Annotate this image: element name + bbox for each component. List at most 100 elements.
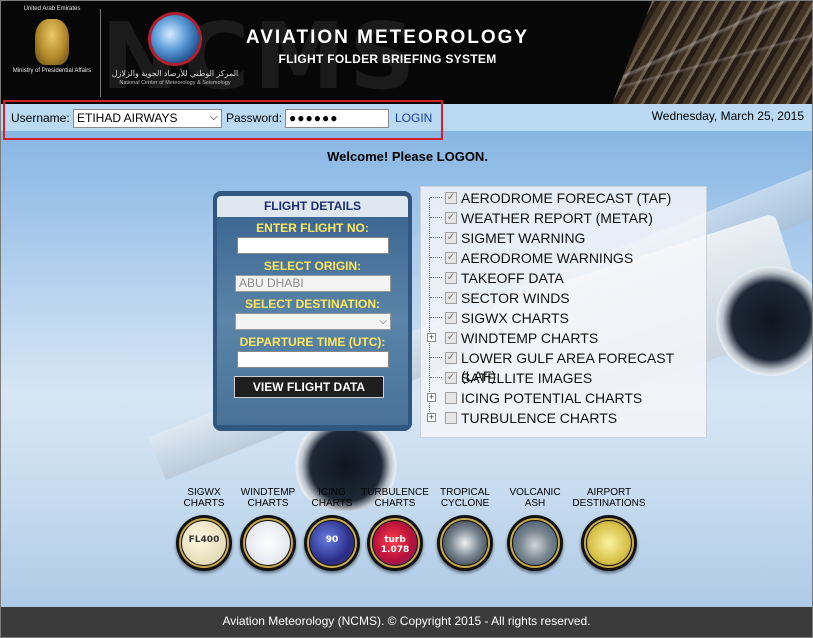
flight-details-panel: FLIGHT DETAILS ENTER FLIGHT NO: SELECT O… [213,191,412,431]
header-banner: NCMS United Arab Emirates Ministry of Pr… [1,1,812,110]
ncms-arabic-name: المركز الوطني للأرصاد الجوية والزلازل [111,69,239,78]
option-checkbox[interactable]: ✓ [445,252,457,264]
option-checkbox[interactable]: ✓ [445,192,457,204]
origin-label: SELECT ORIGIN: [263,259,362,273]
windtemp-icon[interactable] [240,515,296,571]
option-label: AERODROME WARNINGS [461,250,634,266]
tree-connector [430,297,442,298]
chart-icon-badge: turb 1.078 [380,535,410,555]
falcon-emblem-icon [35,19,69,65]
username-value: ETIHAD AIRWAYS [77,111,178,125]
view-flight-data-button[interactable]: VIEW FLIGHT DATA [234,376,384,398]
option-checkbox[interactable] [445,412,457,424]
ncms-logo: المركز الوطني للأرصاد الجوية والزلازل Na… [105,7,245,101]
chart-icon-image: FL400 [182,521,226,565]
chart-icon-image [246,521,290,565]
briefing-option[interactable]: ✓ SECTOR WINDS [422,289,707,307]
briefing-option[interactable]: ✓ AERODROME FORECAST (TAF) [422,189,707,207]
footer-copyright: Aviation Meteorology (NCMS). © Copyright… [1,607,812,637]
cyclone-icon[interactable] [437,515,493,571]
airport-photo [612,1,812,104]
ncms-english-name: National Center of Meteorology & Seismol… [119,80,231,86]
expand-plus-icon[interactable]: + [427,393,436,402]
briefing-option[interactable]: ✓ AERODROME WARNINGS [422,249,707,267]
chart-label-line1: VOLCANIC [509,487,561,498]
option-checkbox[interactable]: ✓ [445,232,457,244]
expand-plus-icon[interactable]: + [427,413,436,422]
sigwx-icon[interactable]: FL400 [176,515,232,571]
destination-label: SELECT DESTINATION: [244,297,381,311]
briefing-option[interactable]: ✓ WEATHER REPORT (METAR) [422,209,707,227]
tree-connector [430,317,442,318]
chart-shortcut-label[interactable]: VOLCANIC ASH [495,487,575,509]
flight-details-heading: FLIGHT DETAILS [217,196,408,217]
page-subtitle: FLIGHT FOLDER BRIEFING SYSTEM [278,52,497,66]
tree-connector [430,257,442,258]
icing-icon[interactable]: 90 [304,515,360,571]
flight-no-input[interactable] [237,237,389,254]
briefing-option[interactable]: ✓ SIGMET WARNING [422,229,707,247]
emblem-caption-bottom: Ministry of Presidential Affairs [12,68,92,74]
emblem-caption-top: United Arab Emirates [23,6,81,12]
tree-connector [430,217,442,218]
origin-select[interactable]: ABU DHABI [235,275,391,292]
chart-icon-image [587,521,631,565]
username-label: Username: [11,111,70,125]
briefing-option[interactable]: + ICING POTENTIAL CHARTS [422,389,707,407]
uae-emblem-logo: United Arab Emirates Ministry of Preside… [6,5,98,101]
header-divider [100,9,101,97]
briefing-option[interactable]: + TURBULENCE CHARTS [422,409,707,427]
option-label: SECTOR WINDS [461,290,570,306]
username-select[interactable]: ETIHAD AIRWAYS ⌵ [73,109,222,128]
option-checkbox[interactable]: ✓ [445,372,457,384]
chart-icon-image [513,521,557,565]
turbulence-icon[interactable]: turb 1.078 [367,515,423,571]
departure-time-label: DEPARTURE TIME (UTC): [239,335,386,349]
tree-connector [430,377,442,378]
option-checkbox[interactable] [445,392,457,404]
chart-label-line1: TURBULENCE [361,487,429,498]
briefing-option[interactable]: ✓ LOWER GULF AREA FORECAST (LAF) [422,349,707,384]
page-title: AVIATION METEOROLOGY [245,27,530,48]
current-date: Wednesday, March 25, 2015 [651,109,804,123]
option-checkbox[interactable]: ✓ [445,212,457,224]
option-label: WEATHER REPORT (METAR) [461,210,653,226]
briefing-option[interactable]: ✓ TAKEOFF DATA [422,269,707,287]
volcano-icon[interactable] [507,515,563,571]
chart-shortcut-label[interactable]: TROPICAL CYCLONE [425,487,505,509]
tree-connector [430,357,442,358]
departure-time-input[interactable] [237,351,389,368]
globe-icon [151,15,199,63]
chart-label-line1: AIRPORT [586,487,632,498]
chart-icon-badge: FL400 [188,535,220,545]
expand-plus-icon[interactable]: + [427,333,436,342]
option-label: SIGWX CHARTS [461,310,569,326]
chevron-down-icon: ⌵ [379,316,387,327]
destination-select[interactable]: ⌵ [235,313,391,330]
airport-icon[interactable] [581,515,637,571]
chart-label-line2: CYCLONE [440,498,490,509]
chart-shortcut-label[interactable]: AIRPORT DESTINATIONS [569,487,649,509]
option-checkbox[interactable]: ✓ [445,292,457,304]
chart-label-line2: CHARTS [374,498,416,509]
password-input[interactable]: ●●●●●● [285,109,389,128]
chart-icon-image: turb 1.078 [373,521,417,565]
option-label: TURBULENCE CHARTS [461,410,618,426]
origin-value: ABU DHABI [239,276,304,290]
option-checkbox[interactable]: ✓ [445,272,457,284]
option-label: WINDTEMP CHARTS [461,330,599,346]
tree-connector [430,277,442,278]
option-checkbox[interactable]: ✓ [445,312,457,324]
chart-shortcut-label[interactable]: TURBULENCE CHARTS [355,487,435,509]
tree-connector [430,237,442,238]
option-label: SIGMET WARNING [461,230,586,246]
login-link[interactable]: LOGIN [395,111,432,125]
chart-label-line1: TROPICAL [439,487,490,498]
briefing-option[interactable]: ✓ SIGWX CHARTS [422,309,707,327]
briefing-option[interactable]: ✓ SATELLITE IMAGES [422,369,707,387]
briefing-option[interactable]: + ✓ WINDTEMP CHARTS [422,329,707,347]
plane-engine-graphic [716,266,812,376]
chart-icon-badge: 90 [325,535,339,545]
option-checkbox[interactable]: ✓ [445,332,457,344]
option-checkbox[interactable]: ✓ [445,352,457,364]
